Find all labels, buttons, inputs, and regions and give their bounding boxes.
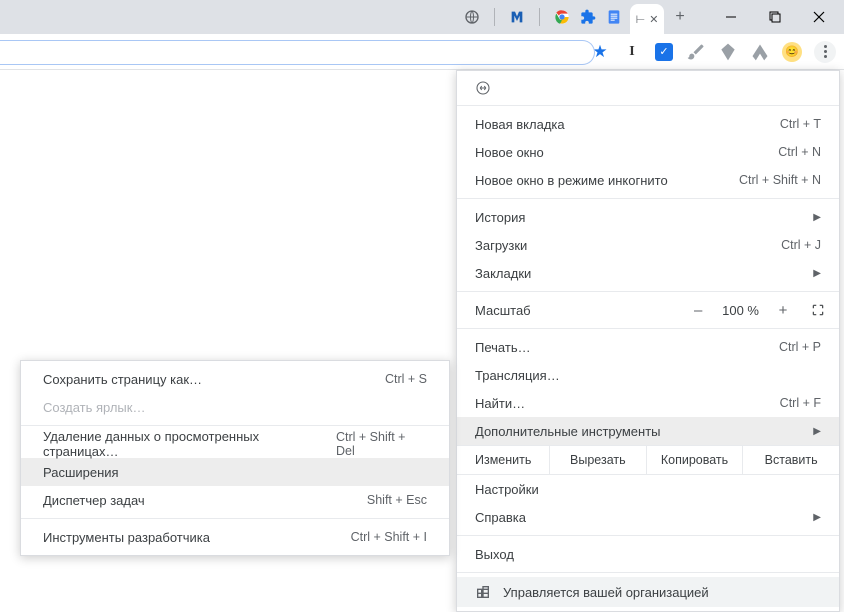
menu-item-label: Дополнительные инструменты (475, 424, 661, 439)
submenu-arrow-icon: ▶ (813, 212, 821, 223)
menu-item-shortcut: Ctrl + F (780, 396, 821, 410)
menu-item-label: Расширения (43, 465, 119, 480)
managed-label: Управляется вашей организацией (503, 585, 709, 600)
edit-copy-button[interactable]: Копировать (646, 446, 743, 474)
menu-history[interactable]: История ▶ (457, 203, 839, 231)
zoom-out-button[interactable]: – (690, 302, 706, 319)
menu-item-shortcut: Ctrl + Shift + Del (336, 430, 427, 458)
diamond-extension-icon[interactable] (718, 42, 738, 62)
menu-zoom: Масштаб – 100 % + (457, 296, 839, 324)
menu-item-shortcut: Ctrl + P (779, 340, 821, 354)
menu-item-label: Новое окно в режиме инкогнито (475, 173, 668, 188)
tab-favicon: ⊢ (636, 13, 646, 26)
zoom-value: 100 % (722, 303, 759, 318)
background-tab-icons (464, 8, 628, 26)
address-bar[interactable] (0, 40, 595, 65)
menu-item-label: Удаление данных о просмотренных страница… (43, 429, 336, 459)
menu-item-label: Сохранить страницу как… (43, 372, 202, 387)
menu-item-label: Новая вкладка (475, 117, 565, 132)
minimize-button[interactable] (722, 8, 740, 26)
menu-more-tools[interactable]: Дополнительные инструменты ▶ (457, 417, 839, 445)
more-tools-submenu: Сохранить страницу как… Ctrl + S Создать… (20, 360, 450, 556)
menu-find[interactable]: Найти… Ctrl + F (457, 389, 839, 417)
edit-label: Изменить (457, 446, 549, 474)
edit-cut-button[interactable]: Вырезать (549, 446, 646, 474)
extension-puzzle-icon[interactable] (580, 9, 596, 25)
menu-item-shortcut: Ctrl + Shift + N (739, 173, 821, 187)
profile-avatar[interactable]: 😊 (782, 42, 802, 62)
submenu-arrow-icon: ▶ (813, 268, 821, 279)
menu-item-label: Найти… (475, 396, 525, 411)
menu-item-label: Выход (475, 547, 514, 562)
main-menu-button[interactable] (814, 41, 836, 63)
menu-incognito[interactable]: Новое окно в режиме инкогнито Ctrl + Shi… (457, 166, 839, 194)
submenu-arrow-icon: ▶ (813, 512, 821, 523)
tab-separator (494, 8, 495, 26)
menu-item-label: Печать… (475, 340, 531, 355)
fullscreen-button[interactable] (811, 303, 825, 317)
menu-print[interactable]: Печать… Ctrl + P (457, 333, 839, 361)
menu-item-shortcut: Ctrl + Shift + I (351, 530, 427, 544)
menu-help[interactable]: Справка ▶ (457, 503, 839, 531)
menu-item-shortcut: Ctrl + J (781, 238, 821, 252)
menu-item-shortcut: Ctrl + T (780, 117, 821, 131)
zoom-in-button[interactable]: + (775, 302, 791, 319)
menu-edit-row: Изменить Вырезать Копировать Вставить (457, 445, 839, 475)
menu-new-window[interactable]: Новое окно Ctrl + N (457, 138, 839, 166)
building-icon (475, 584, 491, 600)
instapaper-icon[interactable]: I (622, 42, 642, 62)
account-icon-row[interactable] (457, 75, 839, 101)
zoom-label: Масштаб (475, 303, 690, 318)
menu-item-label: Справка (475, 510, 526, 525)
edit-paste-button[interactable]: Вставить (742, 446, 839, 474)
submenu-task-manager[interactable]: Диспетчер задач Shift + Esc (21, 486, 449, 514)
submenu-create-shortcut: Создать ярлык… (21, 393, 449, 421)
close-tab-icon[interactable]: ✕ (649, 13, 658, 26)
menu-item-shortcut: Shift + Esc (367, 493, 427, 507)
maximize-button[interactable] (766, 8, 784, 26)
menu-item-shortcut: Ctrl + N (778, 145, 821, 159)
new-tab-button[interactable]: + (666, 3, 694, 31)
docs-icon[interactable] (606, 9, 622, 25)
menu-bookmarks[interactable]: Закладки ▶ (457, 259, 839, 287)
submenu-dev-tools[interactable]: Инструменты разработчика Ctrl + Shift + … (21, 523, 449, 551)
menu-item-label: Инструменты разработчика (43, 530, 210, 545)
globe-icon[interactable] (464, 9, 480, 25)
submenu-clear-data[interactable]: Удаление данных о просмотренных страница… (21, 430, 449, 458)
window-controls (722, 8, 828, 26)
menu-item-label: Трансляция… (475, 368, 560, 383)
menu-item-shortcut: Ctrl + S (385, 372, 427, 386)
tab-separator (539, 8, 540, 26)
menu-item-label: История (475, 210, 525, 225)
menu-settings[interactable]: Настройки (457, 475, 839, 503)
tab-strip: ⊢ ✕ + (0, 0, 844, 34)
menu-item-label: Создать ярлык… (43, 400, 145, 415)
submenu-save-page[interactable]: Сохранить страницу как… Ctrl + S (21, 365, 449, 393)
chrome-icon[interactable] (554, 9, 570, 25)
menu-item-label: Загрузки (475, 238, 527, 253)
menu-cast[interactable]: Трансляция… (457, 361, 839, 389)
menu-item-label: Диспетчер задач (43, 493, 145, 508)
menu-item-label: Закладки (475, 266, 531, 281)
submenu-extensions[interactable]: Расширения (21, 458, 449, 486)
malwarebytes-icon[interactable] (509, 9, 525, 25)
menu-item-label: Новое окно (475, 145, 544, 160)
active-tab[interactable]: ⊢ ✕ (630, 4, 664, 34)
main-menu: Новая вкладка Ctrl + T Новое окно Ctrl +… (456, 70, 840, 612)
menu-managed[interactable]: Управляется вашей организацией (457, 577, 839, 607)
brush-extension-icon[interactable] (686, 42, 706, 62)
menu-exit[interactable]: Выход (457, 540, 839, 568)
close-window-button[interactable] (810, 8, 828, 26)
submenu-arrow-icon: ▶ (813, 426, 821, 437)
menu-new-tab[interactable]: Новая вкладка Ctrl + T (457, 110, 839, 138)
todo-extension-icon[interactable]: ✓ (654, 42, 674, 62)
menu-item-label: Настройки (475, 482, 539, 497)
menu-downloads[interactable]: Загрузки Ctrl + J (457, 231, 839, 259)
drive-extension-icon[interactable] (750, 42, 770, 62)
